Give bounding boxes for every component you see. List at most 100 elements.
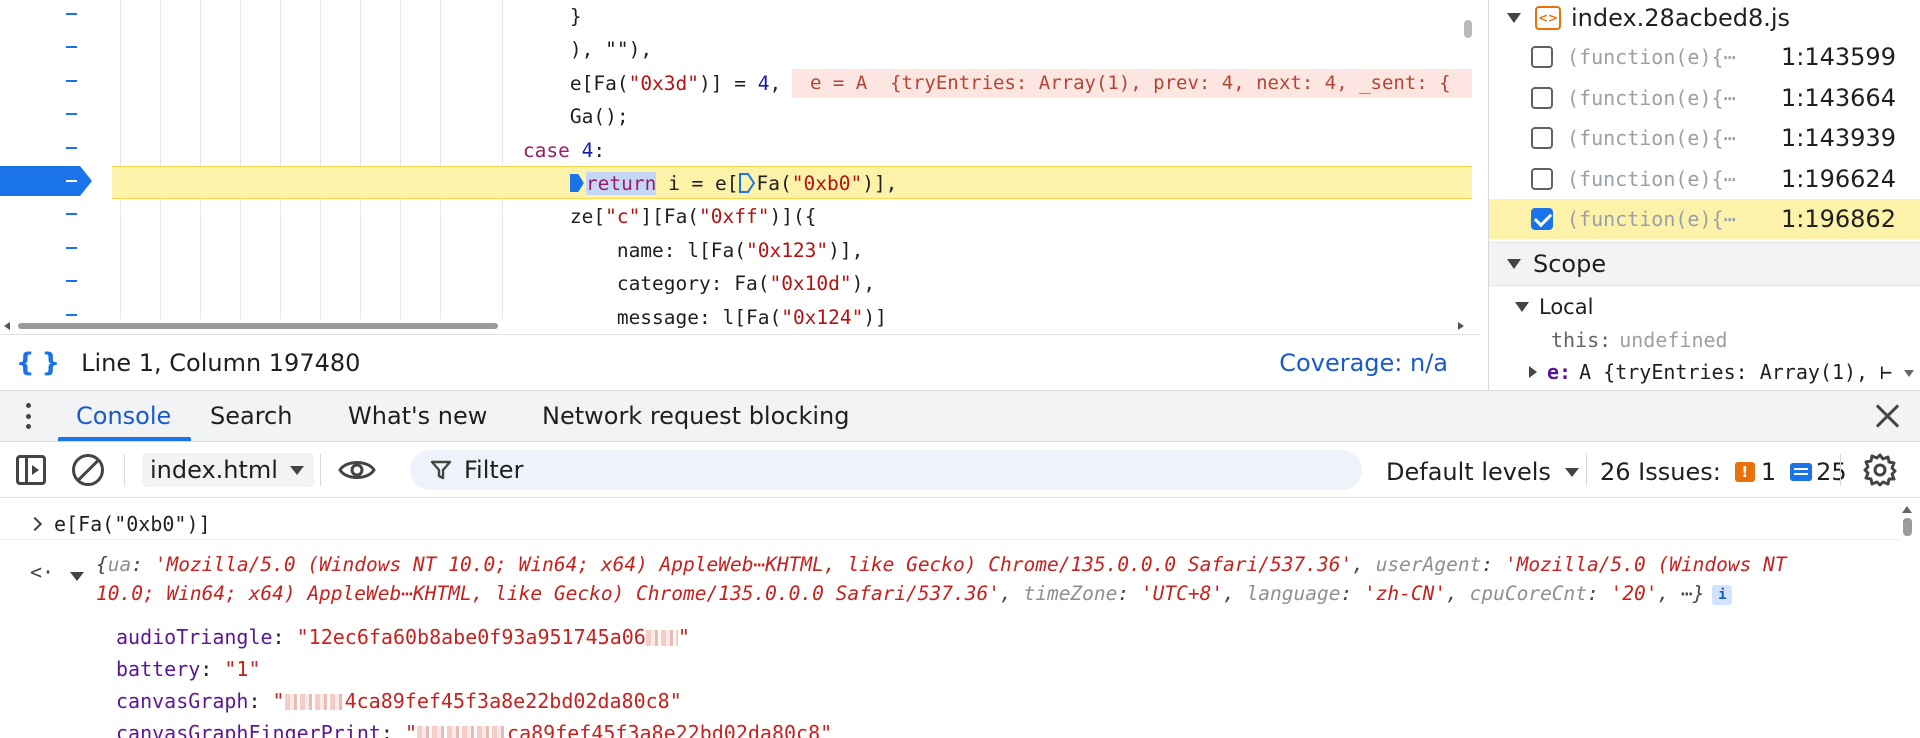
info-icon[interactable]: i (1712, 585, 1733, 605)
code-line[interactable]: case 4: (112, 134, 1472, 167)
code-line[interactable]: category: Fa("0x10d"), (112, 267, 1472, 300)
gutter-dash-marker (66, 280, 77, 283)
gear-icon[interactable] (1862, 452, 1898, 488)
code-text: ][Fa( (640, 205, 700, 229)
line-gutter[interactable] (0, 0, 112, 320)
context-selector-value: index.html (150, 456, 278, 484)
preview-token: : (1587, 582, 1611, 605)
breakpoint-file-row[interactable]: <> index.28acbed8.js (1489, 0, 1920, 36)
return-value-icon: <· (30, 560, 55, 584)
scope-var-name: e: (1547, 360, 1572, 384)
editor-horizontal-scrollbar[interactable] (0, 320, 1476, 330)
source-editor[interactable]: } ), ""), e[Fa("0x3d")] = 4, e = A {tryEn… (0, 0, 1480, 330)
scope-var-this[interactable]: this: undefined (1489, 324, 1920, 356)
scope-local-label: Local (1539, 295, 1594, 319)
filter-input-wrapper[interactable] (410, 450, 1362, 490)
tab-search[interactable]: Search (210, 391, 292, 441)
preview-token: : (1340, 582, 1364, 605)
expand-triangle-icon[interactable] (1507, 259, 1521, 269)
gutter-dash-marker (66, 46, 77, 49)
code-keyword: case (522, 138, 570, 162)
breakpoint-item[interactable]: (function(e){⋯ 1:196624 (1489, 159, 1920, 199)
gutter-line[interactable] (0, 134, 112, 167)
coverage-link[interactable]: Coverage: n/a (1279, 349, 1448, 377)
code-text: category: Fa( (616, 272, 770, 296)
gutter-line[interactable] (0, 200, 112, 233)
expand-triangle-icon[interactable] (70, 572, 84, 581)
gutter-line[interactable] (0, 67, 112, 100)
scroll-left-icon[interactable] (4, 322, 10, 330)
code-line[interactable]: e[Fa("0x3d")] = 4, e = A {tryEntries: Arr… (112, 67, 1472, 100)
tab-network-request-blocking[interactable]: Network request blocking (542, 391, 850, 441)
code-line[interactable]: ), ""), (112, 33, 1472, 66)
gutter-dash-marker (66, 313, 77, 316)
code-line[interactable]: Ga(); (112, 100, 1472, 133)
log-levels-dropdown[interactable]: Default levels (1386, 454, 1579, 490)
gutter-line[interactable] (0, 100, 112, 133)
preview-token: { (96, 553, 108, 576)
paused-code-line[interactable]: return i = e[Fa("0xb0")], (112, 166, 1472, 199)
expand-triangle-icon[interactable] (1529, 366, 1537, 378)
code-line[interactable]: name: l[Fa("0x123")], (112, 234, 1472, 267)
format-braces-icon[interactable]: { } (16, 348, 60, 378)
breakpoint-item[interactable]: (function(e){⋯ 1:196862 (1489, 199, 1920, 240)
code-line[interactable]: ze["c"][Fa("0xff")]({ (112, 200, 1472, 233)
breakpoint-item[interactable]: (function(e){⋯ 1:143939 (1489, 118, 1920, 158)
sidebar-toggle-icon[interactable] (16, 455, 46, 485)
scope-var-e[interactable]: e: A {tryEntries: Array(1), ⊢ (1489, 356, 1920, 388)
context-selector[interactable]: index.html (142, 453, 314, 487)
code-number: 4 (581, 138, 594, 162)
breakpoint-checkbox[interactable] (1531, 46, 1553, 68)
breakpoint-checkbox[interactable] (1531, 167, 1553, 190)
close-icon[interactable] (1870, 399, 1904, 433)
tab-console[interactable]: Console (57, 391, 192, 441)
gutter-line[interactable] (0, 267, 112, 300)
scope-section-header[interactable]: Scope (1489, 242, 1920, 286)
breakpoint-item[interactable]: (function(e){⋯ 1:143664 (1489, 78, 1920, 118)
eye-icon[interactable] (338, 456, 376, 484)
preview-token: : (1117, 582, 1141, 605)
console-scrollbar-thumb[interactable] (1903, 518, 1912, 536)
preview-token: timeZone (1023, 582, 1118, 605)
code-text: i = e[ (656, 172, 739, 195)
gutter-line[interactable] (0, 0, 112, 33)
breakpoint-checkbox[interactable] (1531, 127, 1553, 150)
breakpoint-item[interactable]: (function(e){⋯ 1:143599 (1489, 37, 1920, 77)
debugger-sidebar: <> index.28acbed8.js (function(e){⋯ 1:143… (1488, 0, 1920, 390)
tab-whats-new[interactable]: What's new (348, 391, 487, 441)
breakpoint-checkbox[interactable] (1531, 208, 1553, 231)
breakpoint-marker[interactable] (0, 166, 92, 196)
scroll-up-icon[interactable] (1902, 506, 1912, 513)
expand-triangle-icon[interactable] (1507, 13, 1521, 23)
object-property[interactable]: canvasGraph: " 4ca89fef45f3a8e22bd02da80c… (116, 685, 682, 717)
breakpoint-checkbox[interactable] (1531, 86, 1553, 109)
inline-breakpoint-icon[interactable] (738, 170, 755, 193)
exec-arrow-icon[interactable] (569, 174, 584, 192)
object-property[interactable]: audioTriangle: "12ec6fa60b8abe0f93a95174… (116, 621, 690, 653)
gutter-line[interactable] (0, 33, 112, 66)
object-property[interactable]: battery: "1" (116, 653, 261, 685)
issues-counter[interactable]: 26 Issues: ! 1 25 (1600, 454, 1847, 490)
scroll-right-icon[interactable] (1458, 322, 1464, 330)
breakpoint-location: 1:196624 (1781, 164, 1896, 193)
scope-local-row[interactable]: Local (1489, 291, 1920, 323)
scroll-down-icon[interactable] (1904, 370, 1914, 377)
gutter-dash-marker (66, 13, 77, 15)
expand-triangle-icon[interactable] (1515, 302, 1529, 312)
console-output[interactable]: e[Fa("0xb0")] <· {ua: 'Mozilla/5.0 (Wind… (0, 498, 1920, 738)
code-line[interactable]: } (112, 0, 1472, 33)
kebab-menu-icon[interactable] (26, 403, 32, 429)
object-preview[interactable]: {ua: 'Mozilla/5.0 (Windows NT 10.0; Win6… (96, 550, 1836, 608)
clear-console-icon[interactable] (72, 454, 104, 486)
breakpoint-code-snippet: (function(e){⋯ (1567, 45, 1736, 69)
breakpoint-code-snippet: (function(e){⋯ (1567, 207, 1736, 232)
scrollbar-thumb[interactable] (18, 323, 498, 329)
gutter-line[interactable] (0, 234, 112, 267)
property-value: " (405, 721, 418, 738)
code-area[interactable]: } ), ""), e[Fa("0x3d")] = 4, e = A {tryEn… (112, 0, 1472, 329)
filter-input[interactable] (464, 456, 1324, 484)
property-value: "12ec6fa60b8abe0f93a951745a06 (296, 625, 646, 649)
preview-token: 'Mozilla/5.0 (Windows NT 10.0; Win64; x6… (154, 553, 1353, 576)
editor-vertical-scrollbar[interactable] (1464, 20, 1472, 38)
object-property[interactable]: canvasGraphFingerPrint: " ca89fef45f3a8e2… (116, 717, 832, 738)
